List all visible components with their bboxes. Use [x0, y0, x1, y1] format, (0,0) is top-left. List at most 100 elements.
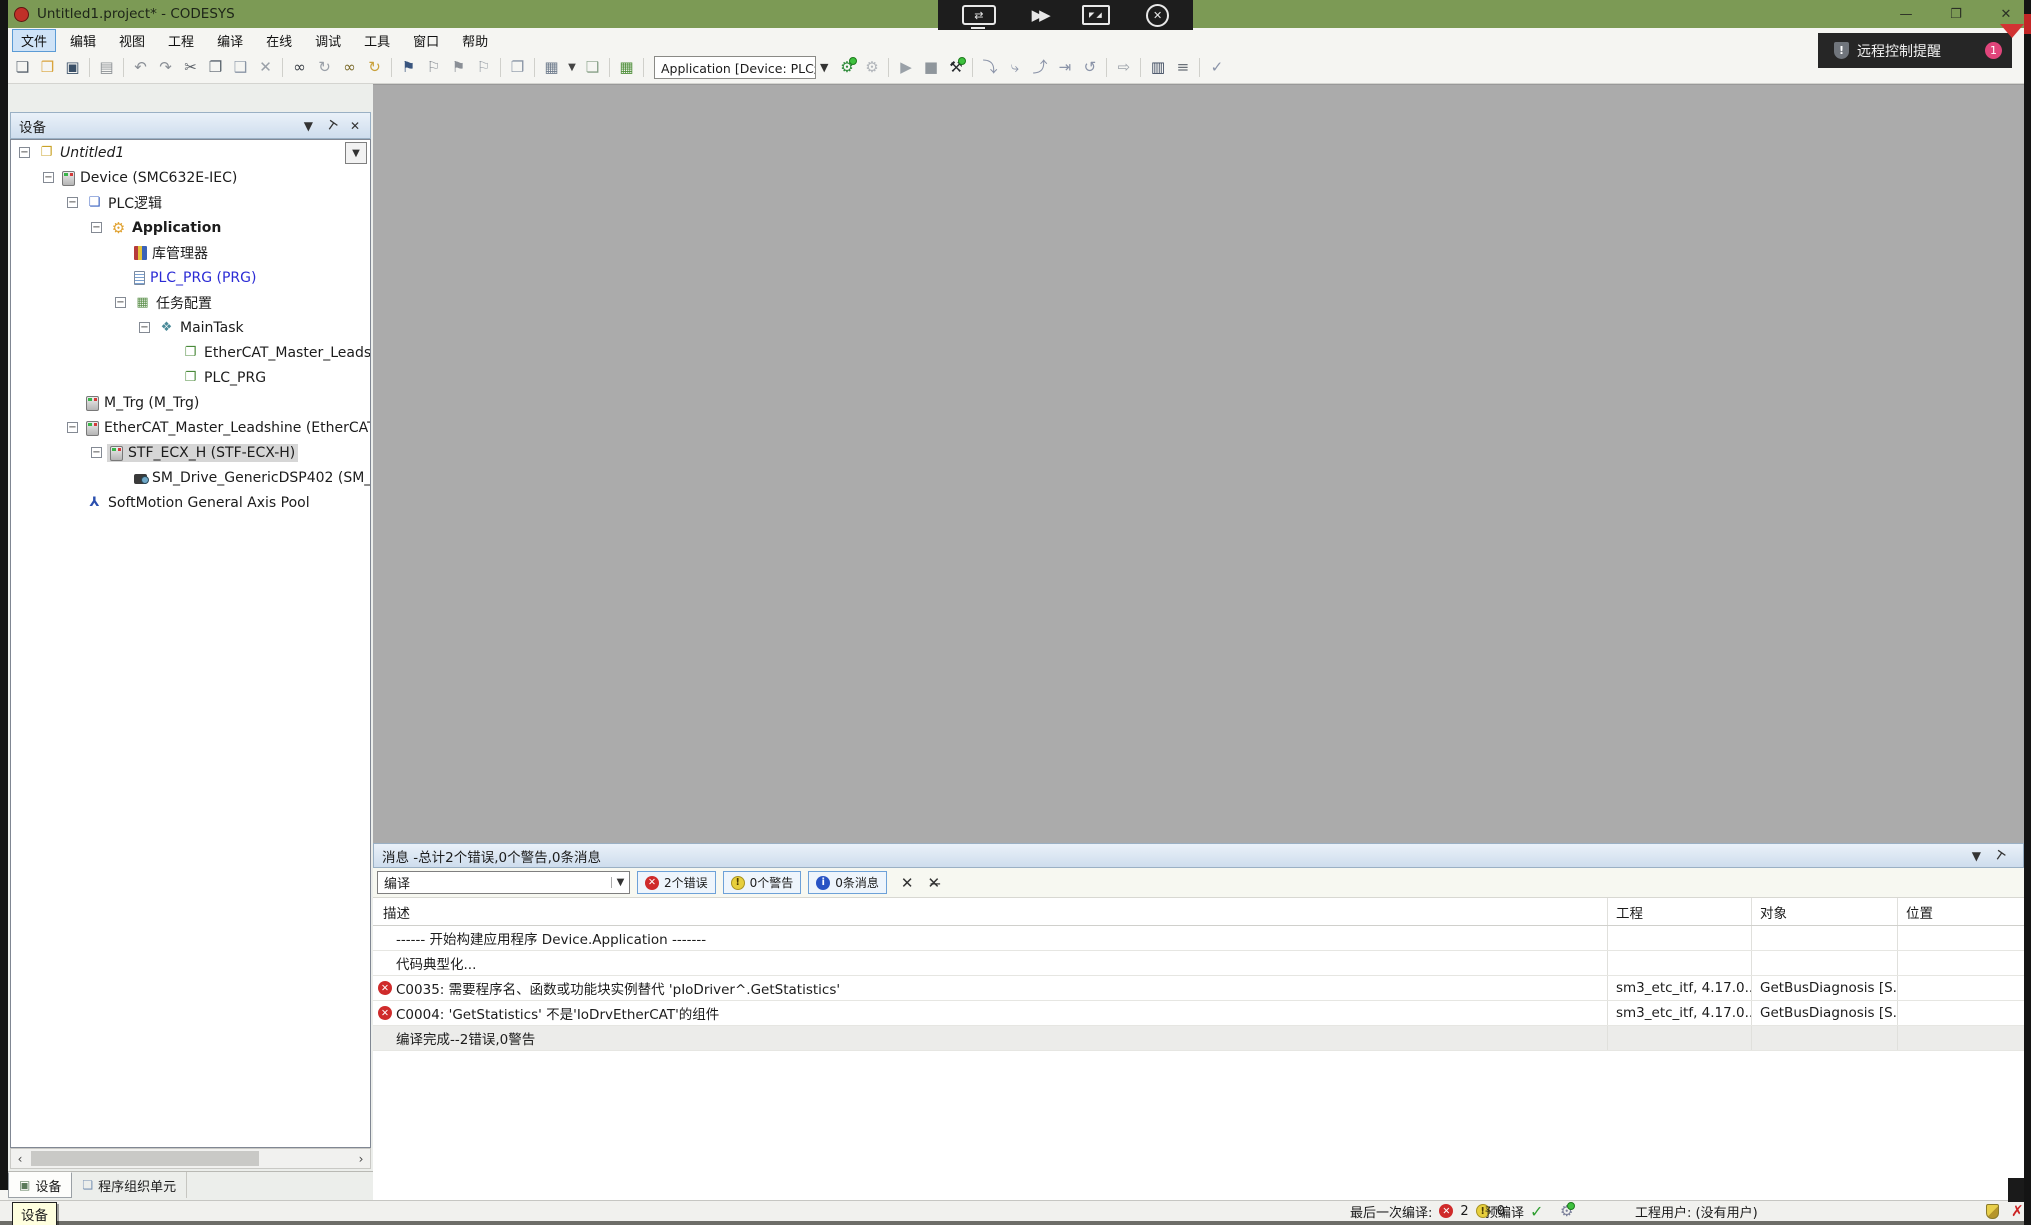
expand-toggle-icon[interactable]: − — [91, 447, 102, 458]
tree-item[interactable]: PLC_PRG (PRG) — [11, 265, 370, 290]
new-file-icon[interactable]: ❏ — [12, 57, 33, 78]
find-replace-icon[interactable]: ∞ — [339, 57, 360, 78]
chevron-down-icon[interactable]: ▼ — [820, 61, 828, 74]
swap-screen-icon[interactable]: ⇄ — [962, 5, 996, 25]
tree-item-content[interactable]: STF_ECX_H (STF-ECX-H) — [107, 444, 298, 462]
expand-toggle-icon[interactable]: − — [67, 422, 78, 433]
paste-icon[interactable]: ❑ — [230, 57, 251, 78]
start-icon[interactable]: ▶ — [895, 57, 916, 78]
menu-item-2[interactable]: 视图 — [110, 29, 154, 52]
tab-pou[interactable]: ❏ 程序组织单元 — [72, 1172, 187, 1198]
redo-icon[interactable]: ↷ — [155, 57, 176, 78]
tree-item-content[interactable]: M_Trg (M_Trg) — [83, 394, 202, 412]
fullscreen-icon[interactable]: ◤◢ — [1082, 5, 1110, 25]
tree-item[interactable]: ❐PLC_PRG — [11, 365, 370, 390]
force-values-icon[interactable]: ≡ — [1172, 57, 1193, 78]
build-configuration-icon[interactable]: ⚒ — [945, 57, 966, 78]
expand-toggle-icon[interactable]: − — [67, 197, 78, 208]
step-into-icon[interactable]: ⤷ — [1004, 57, 1025, 78]
scroll-right-icon[interactable]: › — [352, 1152, 370, 1166]
tree-item[interactable]: ❐EtherCAT_Master_Leadshine — [11, 340, 370, 365]
message-category-combo[interactable]: 编译 ▼ — [377, 871, 630, 894]
errors-filter-button[interactable]: ✕ 2个错误 — [637, 871, 716, 894]
previous-bookmark-icon[interactable]: ⚐ — [423, 57, 444, 78]
tab-devices[interactable]: ▣ 设备 — [8, 1172, 72, 1198]
remote-control-alert[interactable]: ! 远程控制提醒 1 — [1818, 33, 2012, 68]
message-row[interactable]: 代码典型化... — [373, 951, 2024, 976]
tree-item-content[interactable]: Device (SMC632E-IEC) — [59, 169, 240, 187]
save-icon[interactable]: ▣ — [62, 57, 83, 78]
tree-item-content[interactable]: ▦任务配置 — [131, 292, 215, 314]
print-icon[interactable]: ▤ — [96, 57, 117, 78]
tree-item[interactable]: −❏PLC逻辑 — [11, 190, 370, 215]
incremental-search-icon[interactable]: ↻ — [314, 57, 335, 78]
message-row[interactable]: ✕C0035: 需要程序名、函数或功能块实例替代 'pIoDriver^.Get… — [373, 976, 2024, 1001]
horizontal-scrollbar[interactable]: ‹ › — [10, 1148, 371, 1169]
build-icon[interactable]: ▦ — [541, 57, 562, 78]
tree-item-content[interactable]: PLC_PRG (PRG) — [131, 269, 259, 287]
expand-toggle-icon[interactable]: − — [19, 147, 30, 158]
menu-item-6[interactable]: 调试 — [306, 29, 350, 52]
next-bookmark-icon[interactable]: ⚑ — [448, 57, 469, 78]
scrollbar-track[interactable] — [29, 1149, 352, 1168]
tree-item-content[interactable]: 库管理器 — [131, 242, 211, 264]
tree-item[interactable]: M_Trg (M_Trg) — [11, 390, 370, 415]
tree-item[interactable]: 库管理器 — [11, 240, 370, 265]
tree-item[interactable]: −▦任务配置 — [11, 290, 370, 315]
tree-item-content[interactable]: ❖MainTask — [155, 319, 247, 337]
tree-item-content[interactable]: EtherCAT_Master_Leadshine (EtherCAT Mast — [83, 419, 371, 437]
maximize-icon[interactable]: ❐ — [1943, 7, 1969, 22]
menu-item-9[interactable]: 帮助 — [453, 29, 497, 52]
tree-item[interactable]: −⚙Application — [11, 215, 370, 240]
tree-item-content[interactable]: ❐PLC_PRG — [179, 369, 269, 387]
cut-icon[interactable]: ✂ — [180, 57, 201, 78]
tree-item-content[interactable]: ❐Untitled1 — [35, 144, 127, 162]
close-session-icon[interactable]: ✕ — [1146, 4, 1169, 27]
menu-item-8[interactable]: 窗口 — [404, 29, 448, 52]
run-to-cursor-icon[interactable]: ⇥ — [1054, 57, 1075, 78]
column-project[interactable]: 工程 — [1608, 898, 1752, 925]
screen-cast-icon[interactable]: ▶▶ — [1032, 6, 1047, 24]
tree-item[interactable]: −STF_ECX_H (STF-ECX-H) — [11, 440, 370, 465]
tree-item[interactable]: ⅄SoftMotion General Axis Pool — [11, 490, 370, 515]
tree-item-content[interactable]: ⅄SoftMotion General Axis Pool — [83, 494, 313, 512]
expand-toggle-icon[interactable]: − — [115, 297, 126, 308]
menu-item-4[interactable]: 编译 — [208, 29, 252, 52]
step-out-icon[interactable]: ⤴ — [1029, 57, 1050, 78]
tree-filter-dropdown[interactable]: ▼ — [345, 142, 367, 164]
close-icon[interactable]: ✕ — [1993, 7, 2019, 22]
menu-item-3[interactable]: 工程 — [159, 29, 203, 52]
reset-icon[interactable]: ↺ — [1079, 57, 1100, 78]
chevron-down-icon[interactable]: ▼ — [304, 119, 313, 133]
tree-item-content[interactable]: ❐EtherCAT_Master_Leadshine — [179, 344, 371, 362]
expand-toggle-icon[interactable]: − — [91, 222, 102, 233]
copy-object-icon[interactable]: ❐ — [507, 57, 528, 78]
messages-filter-button[interactable]: i 0条消息 — [808, 871, 887, 894]
tree-item[interactable]: −EtherCAT_Master_Leadshine (EtherCAT Mas… — [11, 415, 370, 440]
delete-all-messages-icon[interactable]: ✕̶ — [928, 874, 941, 892]
find-icon[interactable]: ∞ — [289, 57, 310, 78]
menu-item-0[interactable]: 文件 — [12, 29, 56, 52]
minimize-icon[interactable]: — — [1893, 7, 1919, 22]
scroll-left-icon[interactable]: ‹ — [11, 1152, 29, 1166]
static-analysis-icon[interactable]: ✓ — [1206, 57, 1227, 78]
tree-item-content[interactable]: ⚙Application — [107, 219, 224, 237]
tree-item[interactable]: SM_Drive_GenericDSP402 (SM_Driv — [11, 465, 370, 490]
login-icon[interactable]: ⚙ — [836, 57, 857, 78]
undo-icon[interactable]: ↶ — [130, 57, 151, 78]
menu-item-1[interactable]: 编辑 — [61, 29, 105, 52]
clear-bookmarks-icon[interactable]: ⚐ — [473, 57, 494, 78]
message-row[interactable]: ------ 开始构建应用程序 Device.Application -----… — [373, 926, 2024, 951]
chevron-down-icon[interactable]: ▼ — [1972, 849, 1981, 863]
tree-item-content[interactable]: SM_Drive_GenericDSP402 (SM_Driv — [131, 469, 371, 487]
active-application-combo[interactable]: Application [Device: PLC逻辑] — [654, 56, 816, 79]
message-row[interactable]: 编译完成--2错误,0警告 — [373, 1026, 2024, 1051]
stop-icon[interactable]: ■ — [920, 57, 941, 78]
tree-item[interactable]: −❐Untitled1 — [11, 140, 370, 165]
message-row[interactable]: ✕C0004: 'GetStatistics' 不是'IoDrvEtherCAT… — [373, 1001, 2024, 1026]
open-project-icon[interactable]: ❒ — [37, 57, 58, 78]
logout-icon[interactable]: ⚙ — [861, 57, 882, 78]
project-information-icon[interactable]: ▦ — [616, 57, 637, 78]
tree-item[interactable]: −❖MainTask — [11, 315, 370, 340]
copy-icon[interactable]: ❐ — [205, 57, 226, 78]
